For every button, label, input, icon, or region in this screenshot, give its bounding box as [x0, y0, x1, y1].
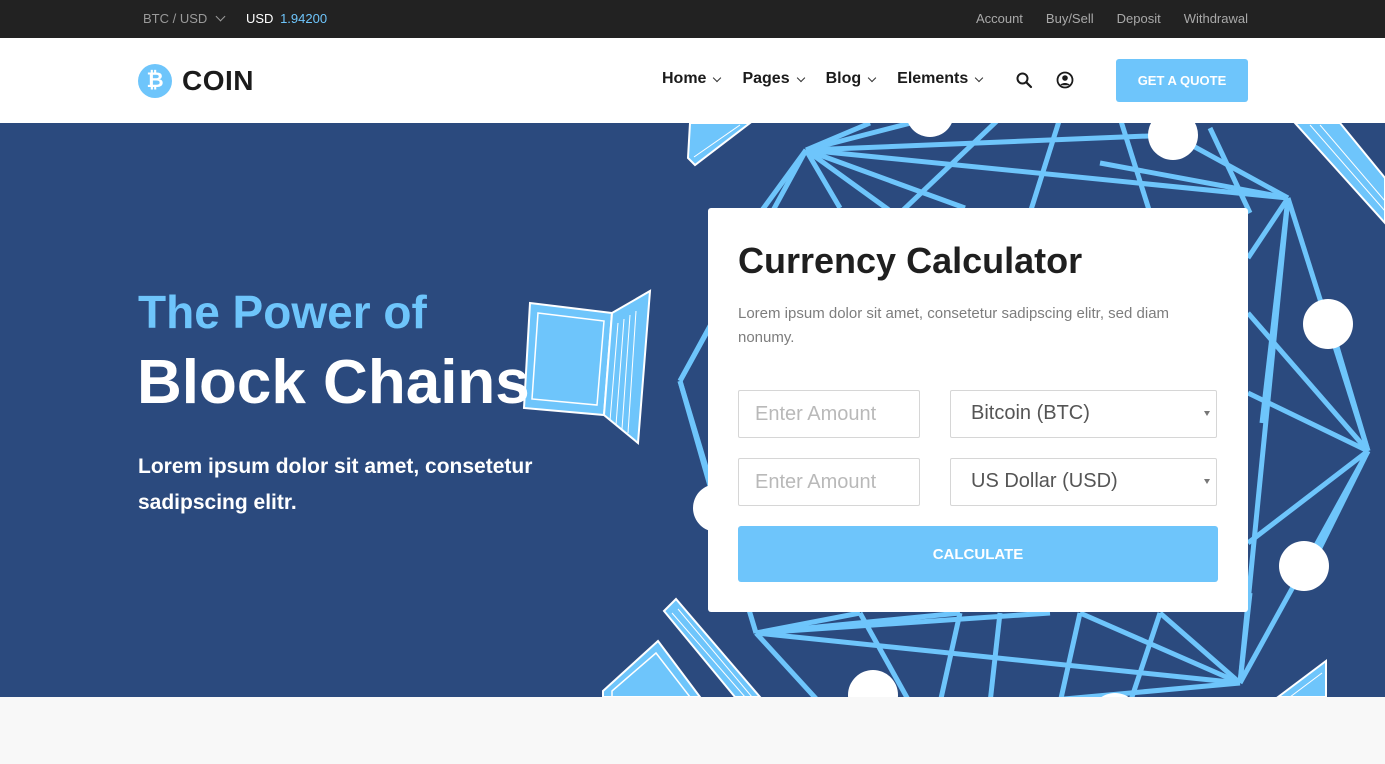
nav-item-elements[interactable]: Elements	[897, 70, 984, 88]
hero-title: Block Chains	[137, 348, 530, 417]
currency-select-value: Bitcoin (BTC)	[971, 402, 1090, 424]
price-value: 1.94200	[280, 11, 328, 26]
chevron-down-icon	[867, 73, 877, 82]
nav-item-blog[interactable]: Blog	[825, 70, 877, 88]
top-link-deposit[interactable]: Deposit	[1117, 11, 1161, 26]
currency-pair-label: BTC / USD	[143, 11, 208, 26]
logo-text: COIN	[182, 65, 254, 96]
top-link-buy-sell[interactable]: Buy/Sell	[1046, 11, 1094, 26]
nav-label: Blog	[825, 70, 862, 87]
chevron-down-icon	[215, 11, 226, 22]
nav-label: Home	[662, 70, 707, 87]
search-icon[interactable]	[1015, 71, 1033, 89]
currency-select-value: US Dollar (USD)	[971, 470, 1118, 492]
amount-input-to[interactable]	[738, 458, 920, 506]
top-links: Account Buy/Sell Deposit Withdrawal	[976, 11, 1248, 26]
top-link-withdrawal[interactable]: Withdrawal	[1184, 11, 1248, 26]
hero-section: The Power of Block Chains Lorem ipsum do…	[0, 123, 1385, 697]
currency-select-from[interactable]: Bitcoin (BTC)	[950, 390, 1217, 438]
hero-subtitle: The Power of	[138, 286, 427, 338]
amount-input-from[interactable]	[738, 390, 920, 438]
get-a-quote-button[interactable]: GET A QUOTE	[1116, 59, 1248, 102]
main-nav: Home Pages Blog Elements	[662, 70, 984, 88]
calculator-description: Lorem ipsum dolor sit amet, consetetur s…	[738, 305, 1170, 346]
user-icon[interactable]	[1056, 71, 1074, 89]
calculate-button[interactable]: CALCULATE	[738, 526, 1218, 582]
calculator-title: Currency Calculator	[738, 240, 1083, 281]
nav-label: Elements	[897, 70, 969, 87]
chevron-down-icon	[713, 73, 722, 82]
chevron-down-icon	[796, 73, 805, 82]
top-link-account[interactable]: Account	[976, 11, 1023, 26]
chevron-down-icon	[975, 73, 984, 82]
currency-calculator-card: Currency Calculator Lorem ipsum dolor si…	[708, 208, 1248, 612]
price-ticker: USD 1.94200	[246, 11, 327, 26]
top-bar: BTC / USD USD 1.94200 Account Buy/Sell D…	[0, 0, 1385, 38]
nav-item-pages[interactable]: Pages	[742, 70, 805, 88]
hero-text: Lorem ipsum dolor sit amet, consetetur s…	[138, 455, 533, 514]
nav-label: Pages	[742, 70, 790, 87]
nav-item-home[interactable]: Home	[662, 70, 722, 88]
caret-down-icon	[1204, 411, 1210, 416]
currency-pair-selector[interactable]: BTC / USD	[143, 11, 226, 26]
site-logo[interactable]: ₿ COIN	[138, 64, 254, 98]
price-currency: USD	[246, 11, 274, 26]
currency-select-to[interactable]: US Dollar (USD)	[950, 458, 1217, 506]
site-header: ₿ COIN Home Pages Blog Elements GET A QU…	[0, 38, 1385, 123]
caret-down-icon	[1204, 479, 1210, 484]
bitcoin-logo-icon: ₿	[138, 64, 172, 98]
